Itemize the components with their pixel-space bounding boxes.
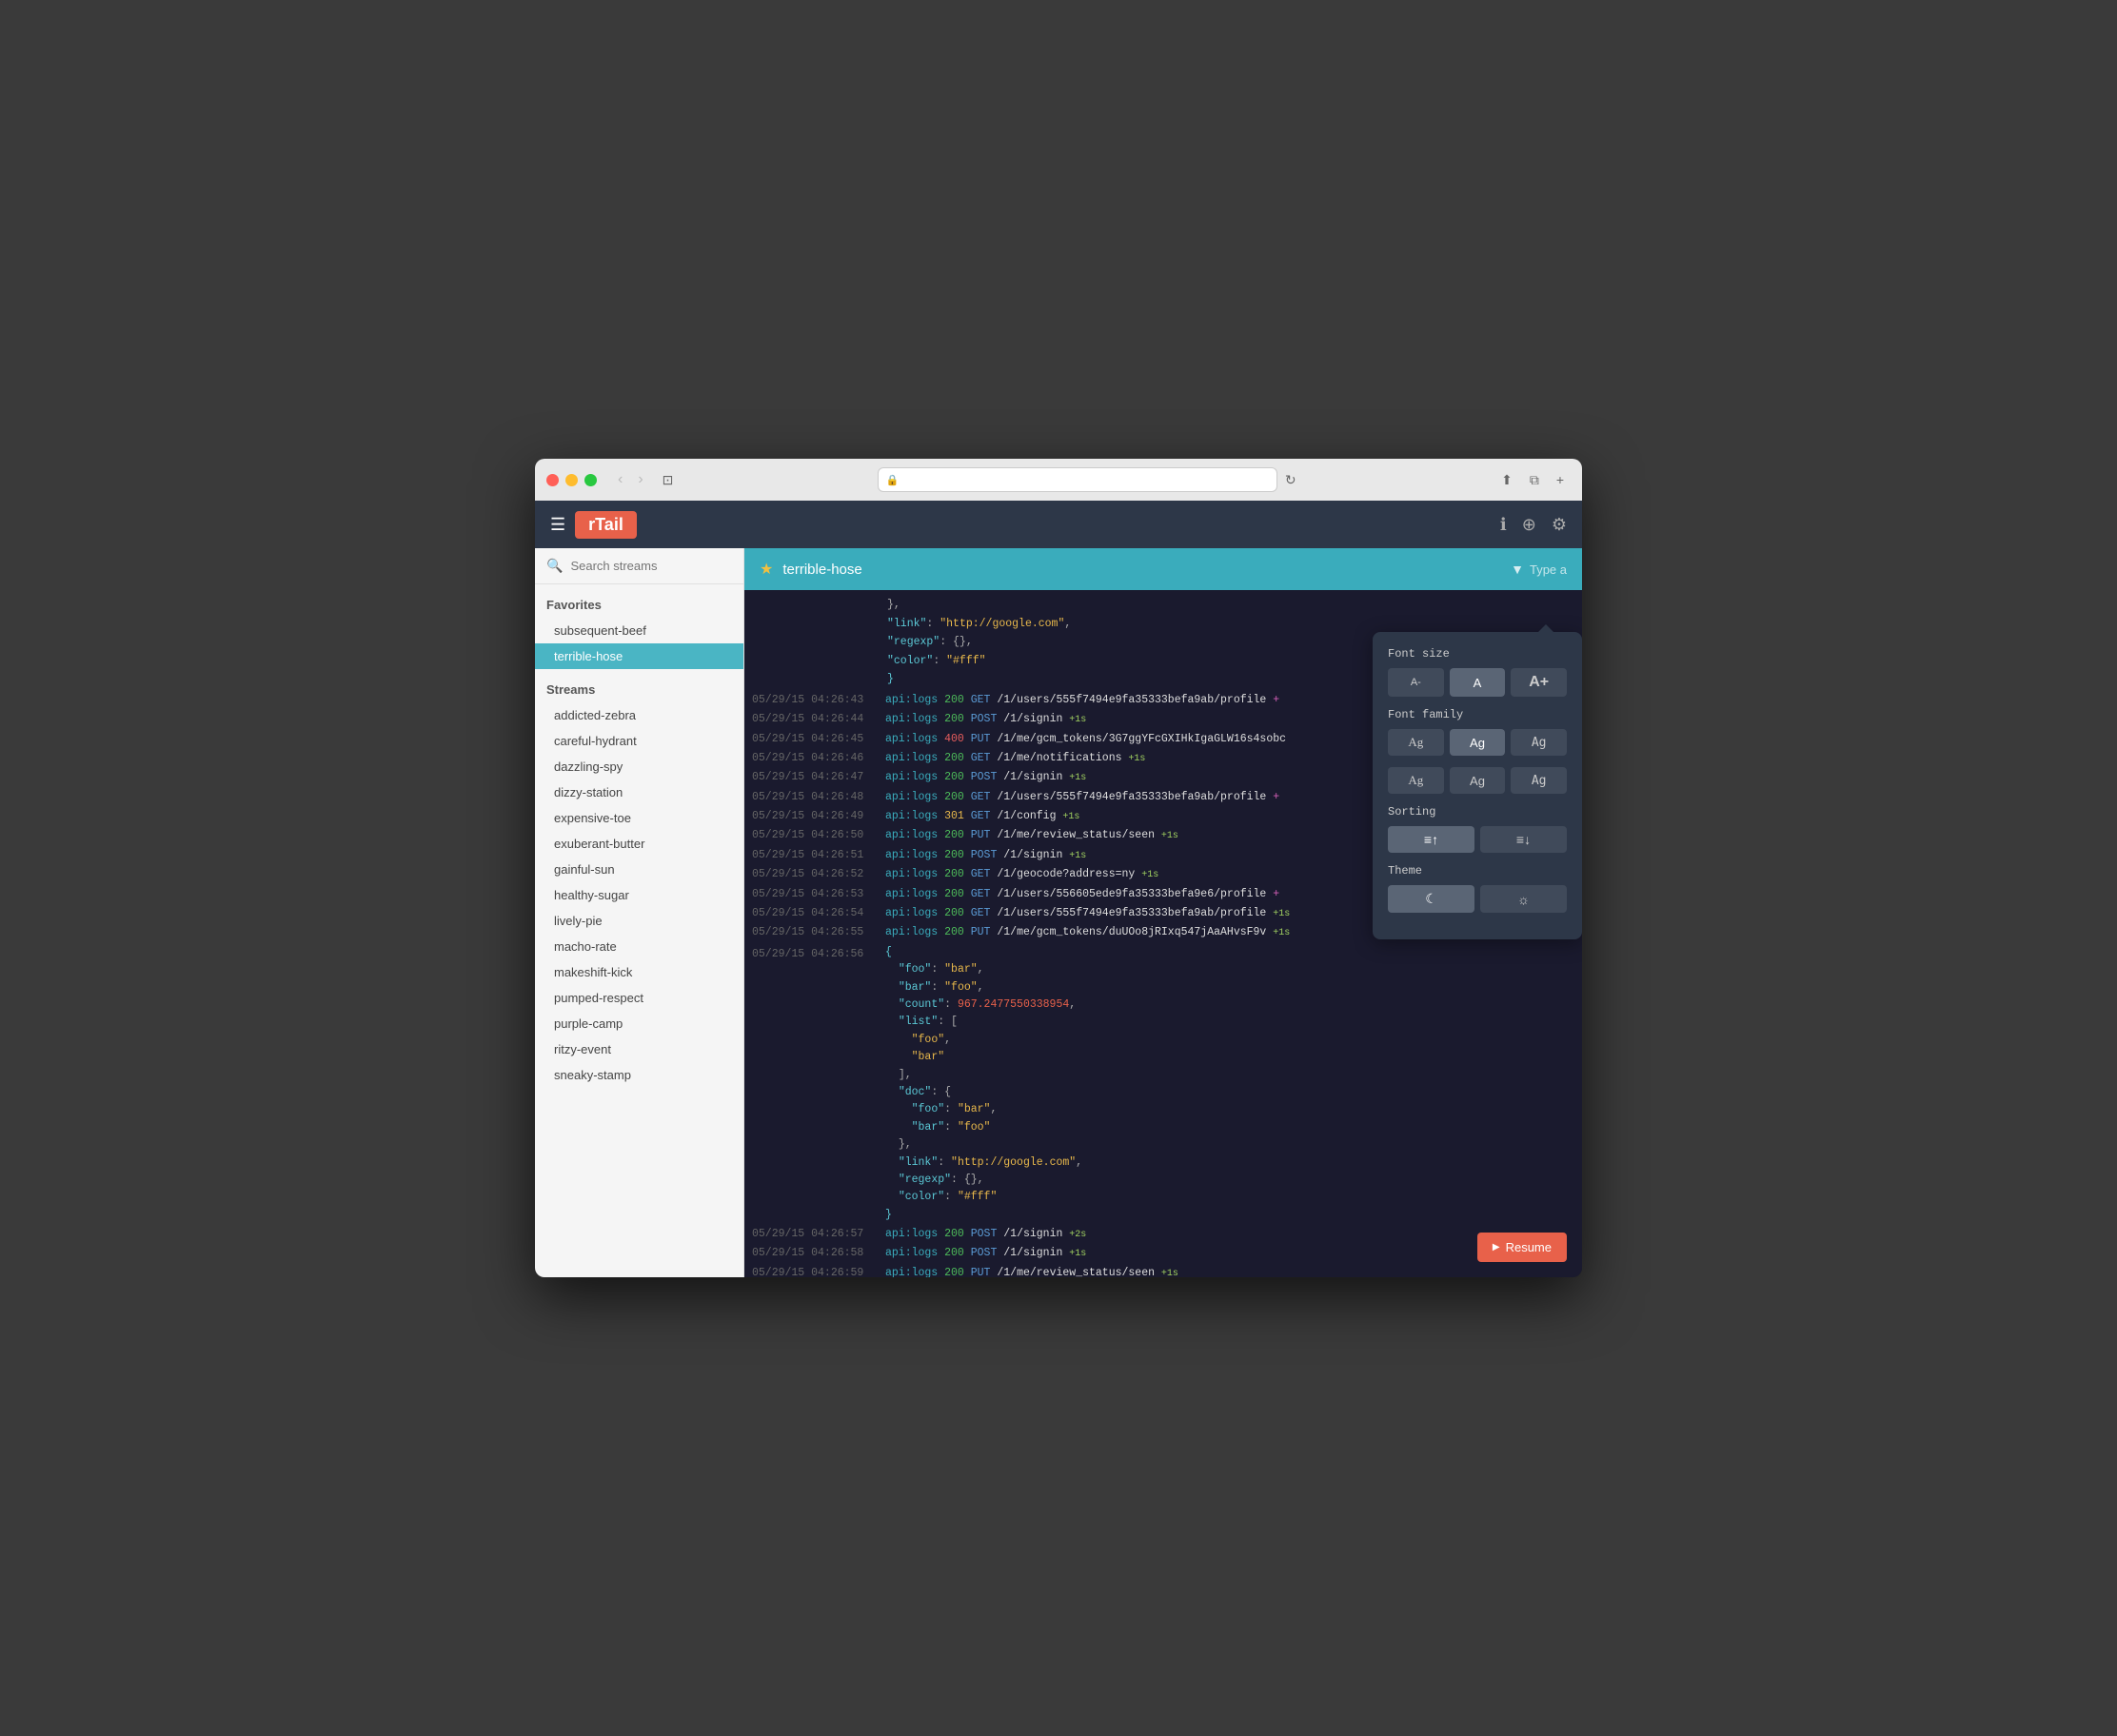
log-entry: 05/29/15 04:26:57 api:logs 200 POST /1/s… xyxy=(744,1225,1582,1244)
settings-popover: Font size A- A A+ Font family Ag Ag Ag xyxy=(1373,632,1582,939)
sidebar-item-makeshift-kick[interactable]: makeshift-kick xyxy=(535,959,743,985)
sidebar-item-lively-pie[interactable]: lively-pie xyxy=(535,908,743,934)
sidebar-item-purple-camp[interactable]: purple-camp xyxy=(535,1011,743,1036)
hamburger-icon[interactable]: ☰ xyxy=(550,515,565,535)
resume-label: Resume xyxy=(1506,1240,1552,1254)
stream-name-label: terrible-hose xyxy=(554,649,623,663)
topbar-right: ℹ ⊕ ⚙ xyxy=(1500,515,1567,535)
sidebar-item-subsequent-beef[interactable]: subsequent-beef xyxy=(535,618,743,643)
sidebar-item-macho-rate[interactable]: macho-rate xyxy=(535,934,743,959)
font-size-decrease-button[interactable]: A- xyxy=(1388,668,1444,697)
nav-buttons: ‹ › xyxy=(612,469,649,490)
theme-row: ☾ ☼ xyxy=(1388,885,1567,913)
stream-header: ★ terrible-hose ▼ Type a xyxy=(744,548,1582,590)
minimize-button[interactable] xyxy=(565,474,578,486)
globe-icon[interactable]: ⊕ xyxy=(1522,515,1536,535)
font-family-serif-button[interactable]: Ag xyxy=(1388,729,1444,756)
sidebar-item-gainful-sun[interactable]: gainful-sun xyxy=(535,857,743,882)
favorites-label: Favorites xyxy=(535,584,743,618)
lock-icon: 🔒 xyxy=(886,474,900,486)
sidebar-item-expensive-toe[interactable]: expensive-toe xyxy=(535,805,743,831)
theme-label: Theme xyxy=(1388,864,1567,878)
sidebar-item-terrible-hose[interactable]: terrible-hose xyxy=(535,643,743,669)
log-entry: 05/29/15 04:26:58 api:logs 200 POST /1/s… xyxy=(744,1244,1582,1263)
font-family-row-2: Ag Ag Ag xyxy=(1388,767,1567,794)
sidebar-item-careful-hydrant[interactable]: careful-hydrant xyxy=(535,728,743,754)
close-button[interactable] xyxy=(546,474,559,486)
filter-icon: ▼ xyxy=(1511,562,1524,577)
font-family-sans2-button[interactable]: Ag xyxy=(1450,767,1506,794)
play-icon: ▶ xyxy=(1493,1242,1500,1253)
font-size-increase-button[interactable]: A+ xyxy=(1511,668,1567,697)
topbar: ☰ rTail ℹ ⊕ ⚙ xyxy=(535,501,1582,548)
font-family-label: Font family xyxy=(1388,708,1567,721)
app-content: ☰ rTail ℹ ⊕ ⚙ 🔍 Favorites subsequent-bee… xyxy=(535,501,1582,1277)
sidebar: 🔍 Favorites subsequent-beef terrible-hos… xyxy=(535,548,744,1277)
stream-star-icon[interactable]: ★ xyxy=(760,560,773,579)
info-icon[interactable]: ℹ xyxy=(1500,515,1507,535)
theme-dark-button[interactable]: ☾ xyxy=(1388,885,1474,913)
settings-icon[interactable]: ⚙ xyxy=(1552,515,1567,535)
filter-text: Type a xyxy=(1530,562,1567,577)
sidebar-item-dizzy-station[interactable]: dizzy-station xyxy=(535,779,743,805)
sidebar-toggle-button[interactable]: ⊡ xyxy=(657,470,680,490)
font-family-serif2-button[interactable]: Ag xyxy=(1388,767,1444,794)
font-size-default-button[interactable]: A xyxy=(1450,668,1506,697)
sidebar-item-sneaky-stamp[interactable]: sneaky-stamp xyxy=(535,1062,743,1088)
sidebar-item-exuberant-butter[interactable]: exuberant-butter xyxy=(535,831,743,857)
maximize-button[interactable] xyxy=(584,474,597,486)
font-family-sans-button[interactable]: Ag xyxy=(1450,729,1506,756)
share-button[interactable]: ⬆ xyxy=(1494,469,1519,491)
stream-filter: ▼ Type a xyxy=(1511,562,1567,577)
titlebar-actions: ⬆ ⧉ + xyxy=(1494,469,1571,491)
search-icon: 🔍 xyxy=(546,558,563,574)
address-input[interactable] xyxy=(905,473,1269,486)
search-bar: 🔍 xyxy=(535,548,743,584)
main-layout: 🔍 Favorites subsequent-beef terrible-hos… xyxy=(535,548,1582,1277)
refresh-button[interactable]: ↻ xyxy=(1285,472,1296,488)
search-input[interactable] xyxy=(570,559,732,573)
traffic-lights xyxy=(546,474,597,486)
font-family-row-1: Ag Ag Ag xyxy=(1388,729,1567,756)
streams-label: Streams xyxy=(535,669,743,702)
stream-name-heading: terrible-hose xyxy=(782,562,861,578)
sort-asc-button[interactable]: ≡↑ xyxy=(1388,826,1474,853)
add-button[interactable]: + xyxy=(1550,469,1571,490)
brand-logo: rTail xyxy=(575,511,637,539)
sidebar-item-addicted-zebra[interactable]: addicted-zebra xyxy=(535,702,743,728)
sidebar-item-ritzy-event[interactable]: ritzy-event xyxy=(535,1036,743,1062)
new-tab-button[interactable]: ⧉ xyxy=(1523,469,1546,491)
font-family-mono2-button[interactable]: Ag xyxy=(1511,767,1567,794)
resume-button[interactable]: ▶ Resume xyxy=(1477,1233,1567,1262)
font-size-label: Font size xyxy=(1388,647,1567,661)
address-bar: 🔒 ↻ xyxy=(686,467,1487,492)
stream-name-label: subsequent-beef xyxy=(554,623,646,638)
font-family-mono-button[interactable]: Ag xyxy=(1511,729,1567,756)
back-button[interactable]: ‹ xyxy=(612,469,628,490)
forward-button[interactable]: › xyxy=(632,469,648,490)
sidebar-item-dazzling-spy[interactable]: dazzling-spy xyxy=(535,754,743,779)
sidebar-item-healthy-sugar[interactable]: healthy-sugar xyxy=(535,882,743,908)
address-input-wrap: 🔒 xyxy=(878,467,1277,492)
sidebar-item-pumped-respect[interactable]: pumped-respect xyxy=(535,985,743,1011)
theme-light-button[interactable]: ☼ xyxy=(1480,885,1567,913)
log-entry: 05/29/15 04:26:59 api:logs 200 PUT /1/me… xyxy=(744,1264,1582,1277)
log-area[interactable]: }, "link": "http://google.com", "regexp"… xyxy=(744,590,1582,1277)
font-size-row: A- A A+ xyxy=(1388,668,1567,697)
sorting-row: ≡↑ ≡↓ xyxy=(1388,826,1567,853)
content-area: ★ terrible-hose ▼ Type a }, "link": "htt… xyxy=(744,548,1582,1277)
sort-desc-button[interactable]: ≡↓ xyxy=(1480,826,1567,853)
app-window: ‹ › ⊡ 🔒 ↻ ⬆ ⧉ + ☰ rTail ℹ ⊕ ⚙ xyxy=(535,459,1582,1277)
log-entry-json-2: 05/29/15 04:26:56 { "foo": "bar", "bar":… xyxy=(744,943,1582,1225)
titlebar: ‹ › ⊡ 🔒 ↻ ⬆ ⧉ + xyxy=(535,459,1582,501)
sorting-label: Sorting xyxy=(1388,805,1567,819)
